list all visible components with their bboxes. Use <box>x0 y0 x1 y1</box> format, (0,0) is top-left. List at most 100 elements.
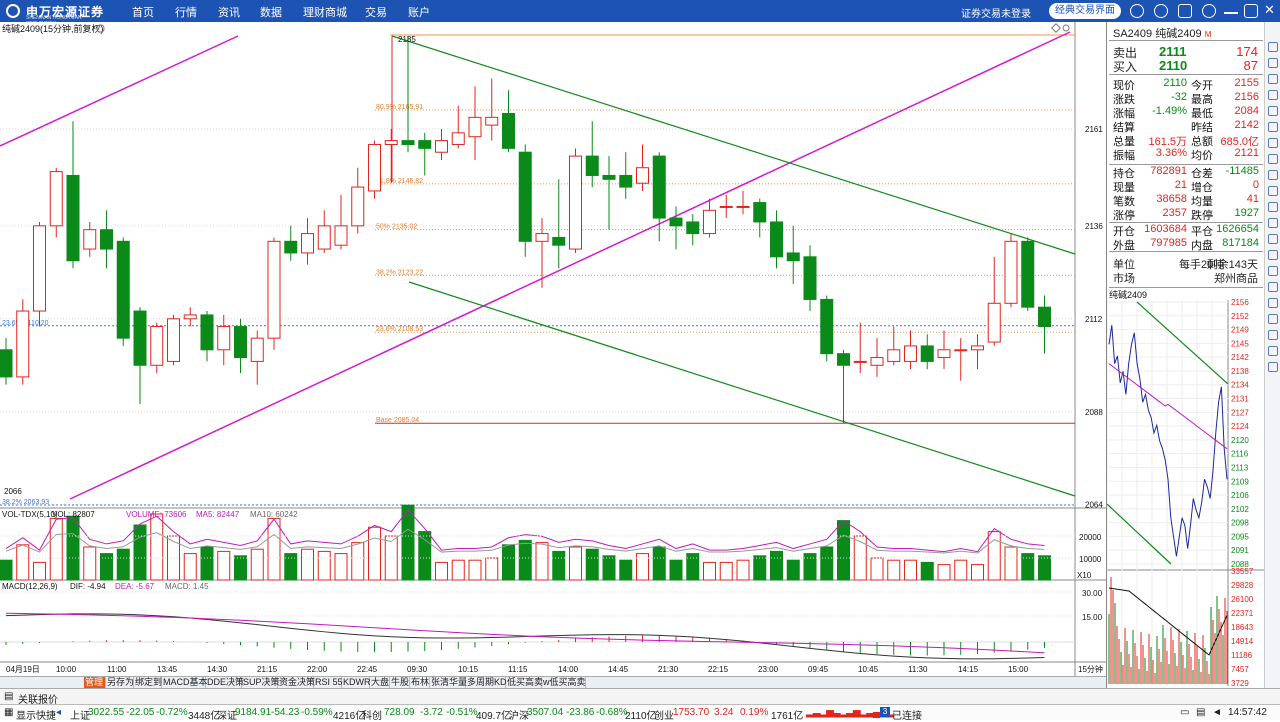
candle <box>368 143 381 192</box>
intraday-mini-chart[interactable]: 纯碱2409 2156 2152 2149 2145 2142 2138 2134 2131 2… <box>1107 288 1264 688</box>
volume-bar <box>0 559 13 581</box>
mini-average-line <box>1108 363 1228 450</box>
volume-bar <box>837 520 850 581</box>
ticker-arrow-icon[interactable]: ◂ <box>56 707 61 718</box>
candle <box>200 314 214 351</box>
quote-value: 782891 <box>1150 165 1187 177</box>
top-menu-bar: 申万宏源证券 SHENWAN HONGYUAN SECURITIES 首页 行情… <box>0 0 1280 27</box>
volume-bar <box>770 550 783 581</box>
link-icon[interactable]: ▤ <box>4 691 13 702</box>
minimize-icon[interactable] <box>1224 4 1238 14</box>
candle <box>820 298 834 355</box>
kline-chart[interactable]: 纯碱2409(15分钟,前复权) 80.9% 2165.91 61.8% 2146… <box>0 22 1106 684</box>
candle <box>334 225 348 246</box>
volume-bar <box>736 559 750 581</box>
menu-quotes[interactable]: 行情 <box>175 4 197 20</box>
menu-trade[interactable]: 交易 <box>365 4 387 20</box>
candle <box>770 221 783 258</box>
main-contract-badge: M <box>1204 30 1212 39</box>
time-axis-label: 14:30 <box>207 665 228 674</box>
maximize-icon[interactable] <box>1244 4 1258 18</box>
mini-price-label: 2091 <box>1231 546 1249 555</box>
tool-icon[interactable] <box>1268 186 1278 196</box>
quote-value: 2156 <box>1234 91 1259 103</box>
tool-icon[interactable] <box>1268 122 1278 132</box>
period-label[interactable]: 15分钟 <box>1078 664 1103 674</box>
volume-bar <box>619 559 633 581</box>
tool-icon[interactable] <box>1268 170 1278 180</box>
quote-value: 1626654 <box>1216 223 1259 235</box>
menu-wealth-mall[interactable]: 理财商城 <box>303 4 347 20</box>
quote-row: 涨跌 -32 最高 2156 <box>1113 91 1261 106</box>
vol-ma5-value: MA5: 82447 <box>196 510 240 519</box>
volume-bar <box>116 548 130 581</box>
price-axis-label: 2112 <box>1085 315 1103 324</box>
time-axis-label: 14:00 <box>558 665 579 674</box>
menu-data[interactable]: 数据 <box>260 4 282 20</box>
tool-icon[interactable] <box>1268 282 1278 292</box>
tool-icon[interactable] <box>1268 298 1278 308</box>
fib-label: 61.8% 2146.82 <box>376 178 423 185</box>
tool-icon[interactable] <box>1268 330 1278 340</box>
tool-icon[interactable] <box>1268 362 1278 372</box>
volume-bar <box>987 531 1001 581</box>
tool-icon[interactable] <box>1268 218 1278 228</box>
candle <box>351 186 365 227</box>
tool-strip <box>1264 22 1280 688</box>
kline-chart-panel[interactable]: 纯碱2409(15分钟,前复权) 80.9% 2165.91 61.8% 2146… <box>0 22 1106 684</box>
vol-axis-10000: 10000 <box>1079 555 1102 564</box>
tool-icon[interactable] <box>1268 346 1278 356</box>
volume-bar <box>652 546 666 581</box>
candle <box>217 326 231 351</box>
quote-value: -32 <box>1171 91 1187 103</box>
quote-value: 1603684 <box>1144 223 1187 235</box>
candle <box>719 205 733 208</box>
tool-icon[interactable] <box>1268 74 1278 84</box>
quote-row: 现量 21 增仓 0 <box>1113 179 1261 194</box>
tool-icon[interactable] <box>1268 138 1278 148</box>
candle <box>435 140 448 153</box>
tool-icon[interactable] <box>1268 58 1278 68</box>
tool-icon[interactable] <box>1268 202 1278 212</box>
tool-icon[interactable] <box>1268 314 1278 324</box>
quote-value: 38658 <box>1156 193 1187 205</box>
mini-price-label: 2113 <box>1231 463 1249 472</box>
macd-value: MACD: 1.45 <box>165 582 209 591</box>
hs-change: -23.86 <box>566 707 595 718</box>
volume-bar <box>200 546 214 581</box>
shortcut-icon[interactable]: ▦ <box>4 707 13 718</box>
menu-home[interactable]: 首页 <box>132 4 154 20</box>
tool-icon[interactable] <box>1268 234 1278 244</box>
menu-account[interactable]: 账户 <box>408 4 430 20</box>
headset-icon[interactable] <box>1154 4 1168 18</box>
login-status[interactable]: 证券交易未登录 <box>961 5 1031 20</box>
candle <box>83 229 97 250</box>
lock-icon[interactable]: ▭ <box>1180 707 1189 718</box>
index-ticker-bar: ▦ 显示快捷 ◂ 上证 3022.55 -22.05 -0.72% 3448亿 … <box>0 704 1280 722</box>
macd-header: MACD(12,26,9) <box>2 582 58 591</box>
classic-trade-button[interactable]: 经典交易界面 <box>1049 3 1121 19</box>
skin-icon[interactable] <box>1130 4 1144 18</box>
candle <box>234 326 247 359</box>
menu-news[interactable]: 资讯 <box>218 4 240 20</box>
mini-trendline <box>1107 503 1172 565</box>
hs-value: 3507.04 <box>527 707 564 718</box>
tool-icon[interactable] <box>1268 154 1278 164</box>
mail-icon[interactable] <box>1178 4 1192 18</box>
time-axis-label: 14:45 <box>608 665 629 674</box>
message-icon[interactable]: ▤ <box>1196 707 1205 718</box>
candle <box>803 256 817 300</box>
speaker-icon[interactable]: ◄ <box>1212 707 1222 718</box>
tool-icon[interactable] <box>1268 250 1278 260</box>
tool-icon[interactable] <box>1268 42 1278 52</box>
tool-icon[interactable] <box>1268 106 1278 116</box>
tool-icon[interactable] <box>1268 266 1278 276</box>
fib-label: 23.6% 2108.53 <box>376 326 423 333</box>
mini-volume-label: 7457 <box>1231 665 1249 674</box>
bid-row: 买入 2110 87 <box>1113 58 1261 74</box>
close-icon[interactable]: ✕ <box>1264 3 1278 18</box>
mini-price-label: 2127 <box>1231 408 1249 417</box>
fib-label: 50% 2135.02 <box>376 224 417 231</box>
settings-gear-icon[interactable] <box>1202 4 1216 18</box>
tool-icon[interactable] <box>1268 90 1278 100</box>
